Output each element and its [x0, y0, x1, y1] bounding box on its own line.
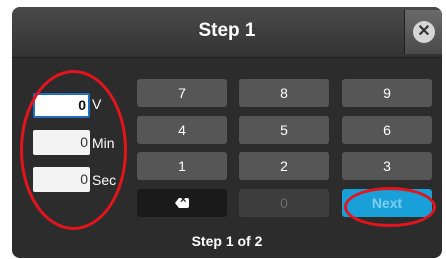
key-4[interactable]: 4: [137, 116, 227, 144]
key-3[interactable]: 3: [342, 152, 432, 180]
key-7[interactable]: 7: [137, 79, 227, 107]
next-highlight-ellipse: [344, 187, 436, 227]
close-button[interactable]: ✕: [404, 10, 442, 54]
key-8[interactable]: 8: [239, 79, 329, 107]
key-2[interactable]: 2: [239, 152, 329, 180]
key-9[interactable]: 9: [342, 79, 432, 107]
key-1[interactable]: 1: [137, 152, 227, 180]
title-bar: Step 1 ✕: [12, 7, 442, 58]
key-6[interactable]: 6: [342, 116, 432, 144]
close-icon: ✕: [413, 21, 435, 43]
dialog-title: Step 1: [198, 20, 256, 41]
step-progress-label: Step 1 of 2: [191, 233, 263, 249]
backspace-button[interactable]: [137, 189, 227, 217]
key-5[interactable]: 5: [239, 116, 329, 144]
backspace-icon: [175, 198, 189, 208]
key-0[interactable]: 0: [239, 189, 329, 217]
inputs-highlight-ellipse: [20, 70, 127, 230]
